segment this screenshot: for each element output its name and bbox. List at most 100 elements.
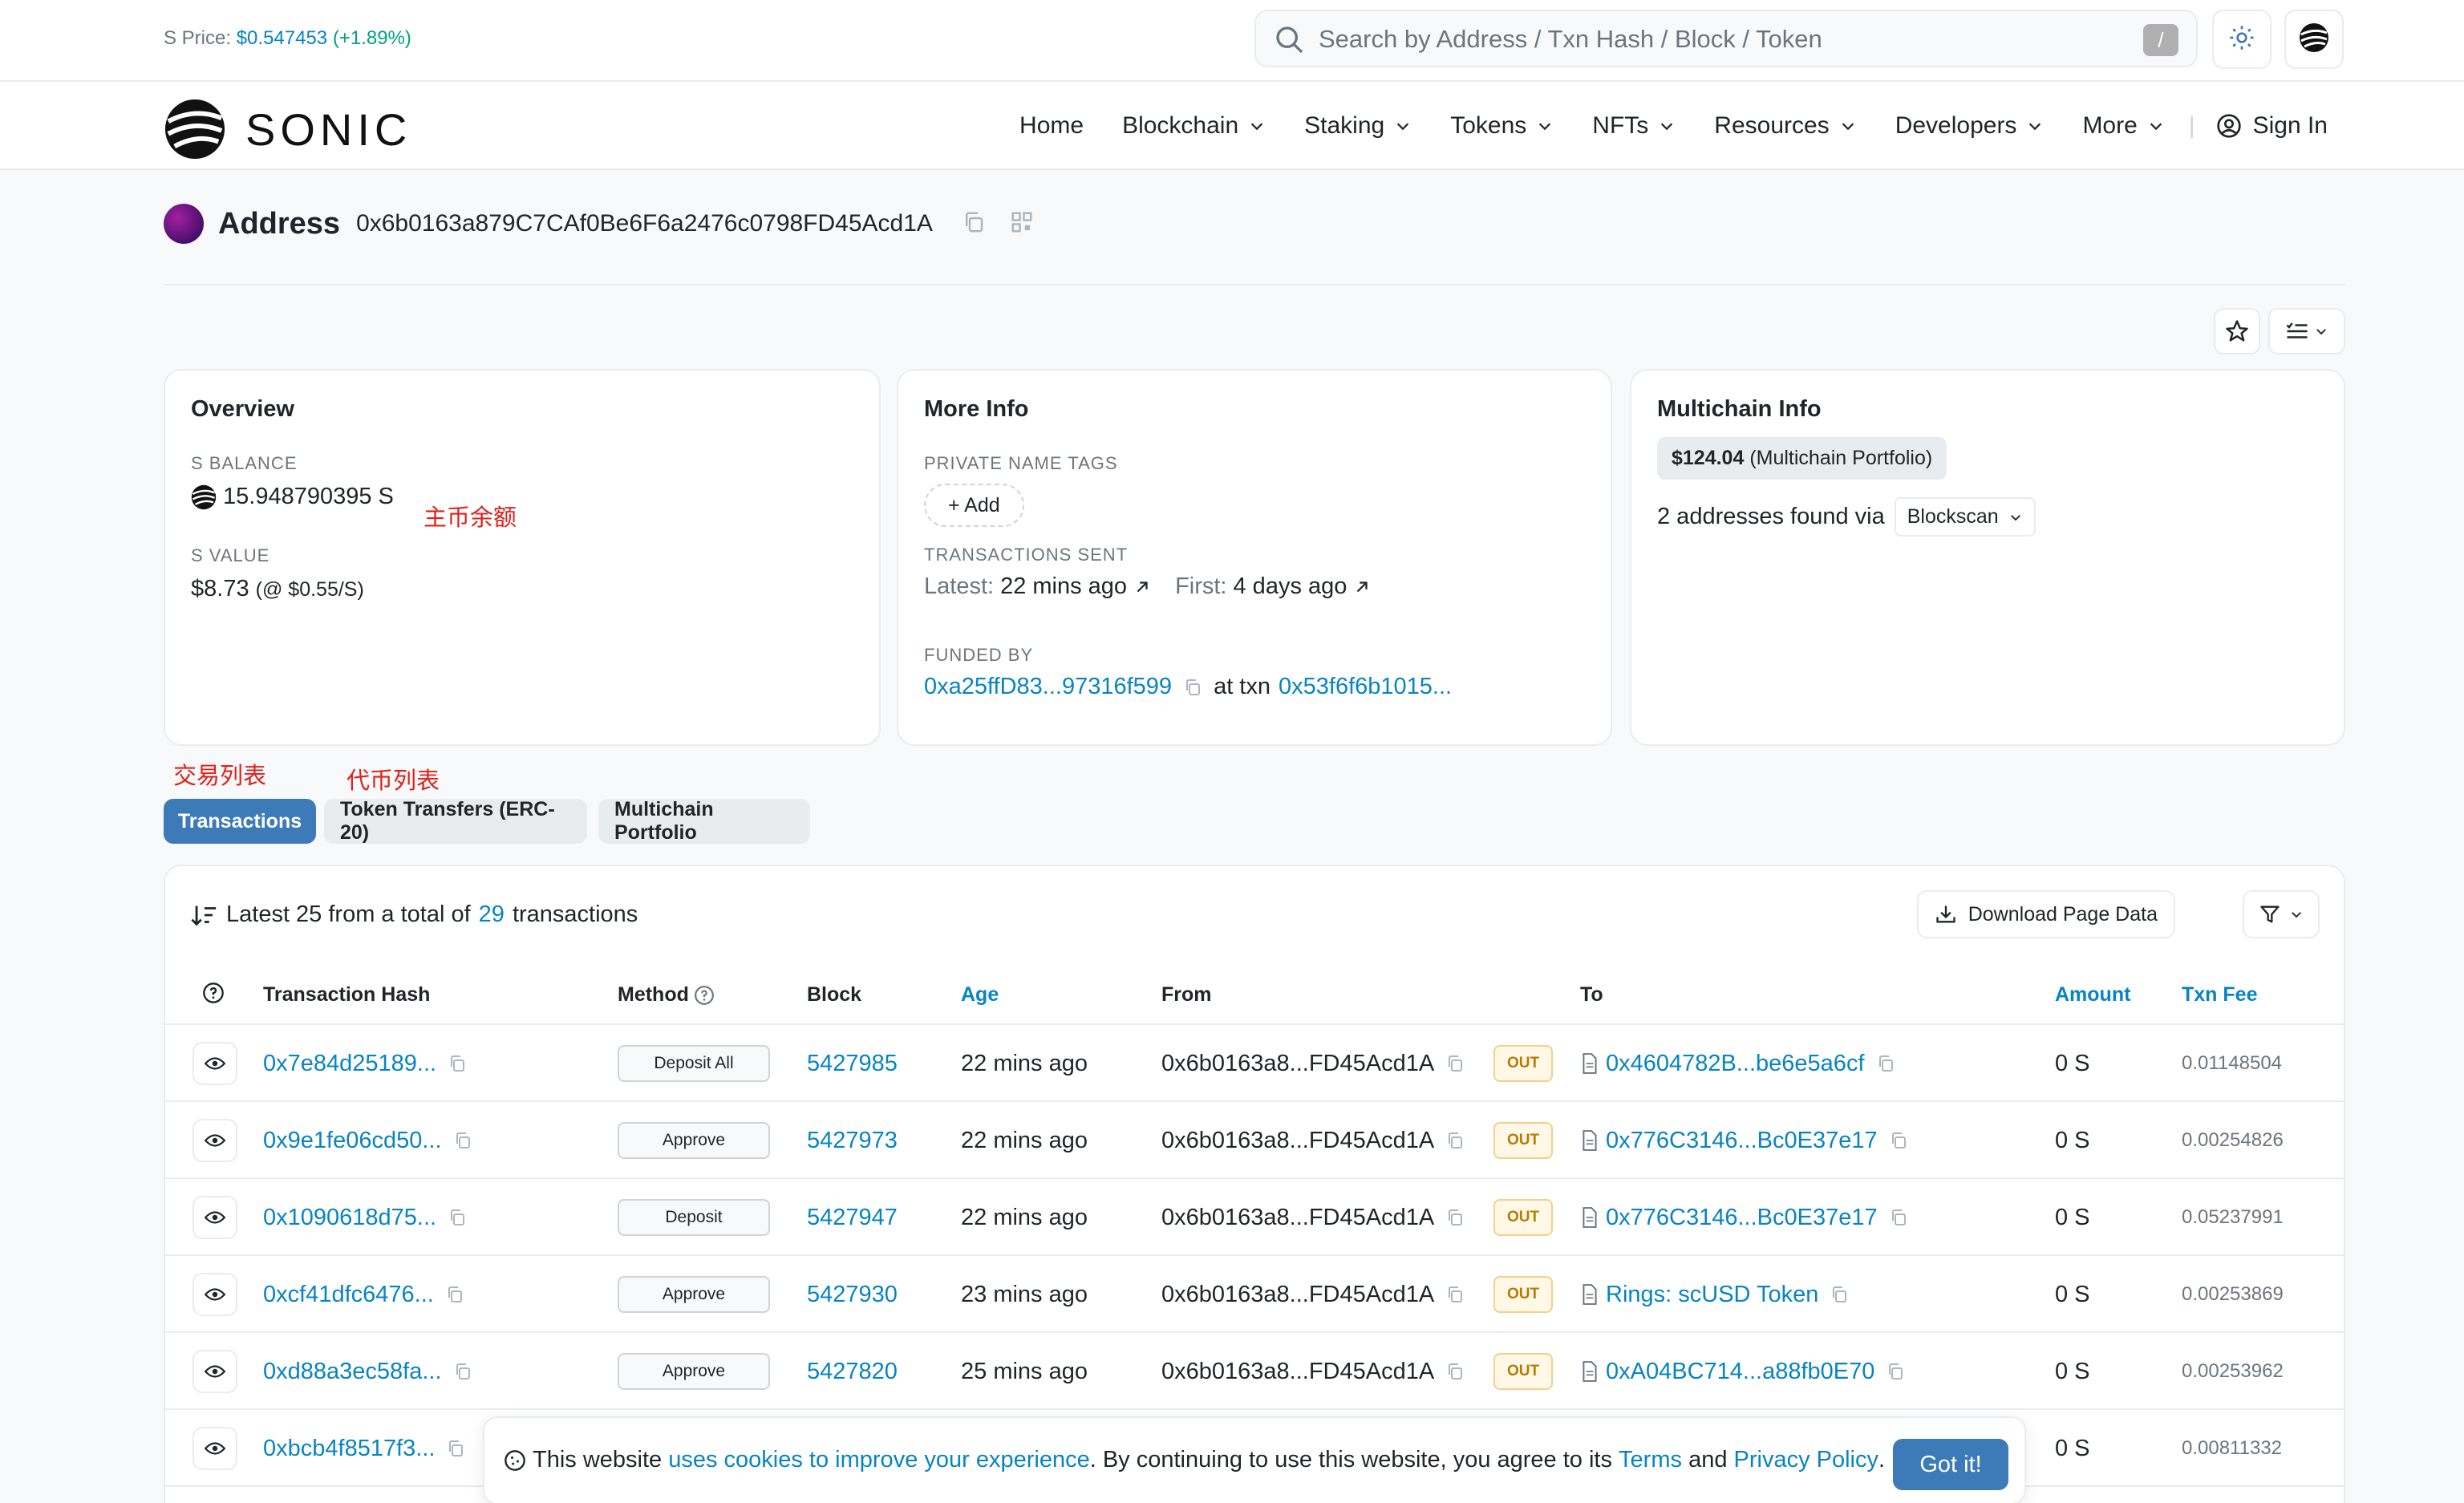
copy-icon[interactable] (1445, 1285, 1465, 1304)
eye-icon[interactable] (192, 1196, 237, 1239)
block-link[interactable]: 5427930 (807, 1282, 898, 1308)
copy-icon[interactable] (1183, 678, 1202, 697)
eye-icon[interactable] (192, 1350, 237, 1393)
blockscan-dropdown[interactable]: Blockscan (1894, 497, 2036, 537)
copy-icon[interactable] (1445, 1362, 1465, 1381)
tx-hash-link[interactable]: 0xcf41dfc6476... (263, 1282, 434, 1308)
copy-icon[interactable] (445, 1285, 464, 1304)
eye-icon[interactable] (192, 1427, 237, 1470)
amount-text: 0 S (2055, 1281, 2090, 1307)
transactions-card: Latest 25 from a total of 29 transaction… (164, 865, 2345, 1503)
copy-icon[interactable] (1445, 1054, 1465, 1073)
copy-icon[interactable] (453, 1131, 472, 1150)
eye-icon[interactable] (192, 1273, 237, 1316)
tx-hash-link[interactable]: 0x7e84d25189... (263, 1051, 436, 1077)
col-from: From (1161, 983, 1212, 1006)
nav-item-resources[interactable]: Resources (1714, 112, 1856, 140)
price-value[interactable]: $0.547453 (237, 27, 327, 49)
eye-icon[interactable] (192, 1042, 237, 1085)
amount-text: 0 S (2055, 1050, 2090, 1076)
to-address-link[interactable]: 0xA04BC714...a88fb0E70 (1606, 1359, 1874, 1385)
method-badge: Deposit All (618, 1045, 770, 1082)
block-link[interactable]: 5427985 (807, 1051, 898, 1077)
copy-icon[interactable] (446, 1439, 465, 1458)
copy-icon[interactable] (1445, 1208, 1465, 1227)
summary-count[interactable]: 29 (479, 901, 505, 928)
to-address-link[interactable]: Rings: scUSD Token (1606, 1282, 1818, 1308)
copy-icon[interactable] (448, 1054, 467, 1073)
help-circle-icon[interactable] (202, 982, 225, 1010)
privacy-policy-link[interactable]: Privacy Policy (1734, 1447, 1879, 1473)
price-label: S Price: (164, 27, 232, 49)
tx-summary: Latest 25 from a total of 29 transaction… (191, 901, 638, 928)
from-address: 0x6b0163a8...FD45Acd1A (1161, 1204, 1435, 1230)
nav-item-tokens[interactable]: Tokens (1450, 112, 1554, 140)
copy-icon[interactable] (962, 210, 986, 238)
favorite-button[interactable] (2214, 308, 2260, 354)
first-value[interactable]: 4 days ago (1234, 573, 1348, 600)
cookie-mid: . By continuing to use this website, you… (1089, 1447, 1612, 1473)
search-input[interactable] (1319, 19, 2089, 59)
sonic-logo[interactable]: SONIC (164, 98, 411, 160)
txn-fee-text: 0.00253962 (2182, 1360, 2284, 1382)
nav-item-blockchain[interactable]: Blockchain (1122, 112, 1266, 140)
copy-icon[interactable] (448, 1208, 467, 1227)
sent-row: Latest: 22 mins ago First: 4 days ago (924, 573, 1585, 600)
nav-item-staking[interactable]: Staking (1304, 112, 1412, 140)
tx-hash-link[interactable]: 0xbcb4f8517f3... (263, 1436, 435, 1462)
nav-item-nfts[interactable]: NFTs (1592, 112, 1676, 140)
got-it-button[interactable]: Got it! (1893, 1439, 2008, 1490)
funded-address-link[interactable]: 0xa25ffD83...97316f599 (924, 674, 1172, 700)
add-tag-button[interactable]: + Add (924, 484, 1024, 527)
portfolio-badge[interactable]: $124.04 (Multichain Portfolio) (1657, 437, 1947, 480)
col-txn-fee[interactable]: Txn Fee (2182, 983, 2257, 1007)
funded-row: 0xa25ffD83...97316f599 at txn 0x53f6f6b1… (924, 674, 1585, 700)
tab-transactions[interactable]: Transactions (164, 799, 316, 844)
tab-multichain-portfolio[interactable]: Multichain Portfolio (598, 798, 810, 844)
to-address-link[interactable]: 0x776C3146...Bc0E37e17 (1606, 1128, 1878, 1154)
copy-icon[interactable] (1445, 1131, 1465, 1150)
to-address-link[interactable]: 0x4604782B...be6e5a6cf (1606, 1051, 1865, 1077)
network-switch-button[interactable] (2284, 10, 2344, 69)
terms-link[interactable]: Terms (1619, 1447, 1682, 1473)
tx-hash-link[interactable]: 0x9e1fe06cd50... (263, 1128, 442, 1154)
col-to: To (1580, 983, 1603, 1006)
help-circle-icon[interactable] (694, 985, 715, 1006)
copy-icon[interactable] (1876, 1054, 1895, 1073)
search-shortcut-key: / (2143, 24, 2178, 56)
sign-in-link[interactable]: Sign In (2216, 112, 2328, 140)
age-text: 22 mins ago (961, 1127, 1088, 1153)
download-page-data-button[interactable]: Download Page Data (1916, 890, 2175, 938)
col-age[interactable]: Age (961, 983, 999, 1007)
filter-button[interactable] (2243, 890, 2320, 938)
cookie-policy-link[interactable]: uses cookies to improve your experience (668, 1447, 1089, 1473)
nav-item-developers[interactable]: Developers (1895, 112, 2045, 140)
funded-txn-link[interactable]: 0x53f6f6b1015... (1279, 674, 1452, 700)
multichain-title: Multichain Info (1657, 396, 1822, 422)
eye-icon[interactable] (192, 1119, 237, 1162)
copy-icon[interactable] (1889, 1131, 1908, 1150)
tx-hash-link[interactable]: 0x1090618d75... (263, 1205, 436, 1231)
to-address-link[interactable]: 0x776C3146...Bc0E37e17 (1606, 1205, 1878, 1231)
nav-item-home[interactable]: Home (1019, 112, 1084, 140)
theme-toggle-button[interactable] (2212, 10, 2272, 69)
copy-icon[interactable] (1889, 1208, 1908, 1227)
col-amount[interactable]: Amount (2055, 983, 2130, 1007)
tx-hash-link[interactable]: 0xd88a3ec58fa... (263, 1359, 442, 1385)
copy-icon[interactable] (453, 1362, 472, 1381)
block-link[interactable]: 5427973 (807, 1128, 898, 1154)
star-icon (2226, 320, 2248, 342)
age-text: 22 mins ago (961, 1050, 1088, 1076)
tab-token-transfers[interactable]: Token Transfers (ERC-20) (324, 798, 587, 844)
search-bar[interactable]: / (1254, 10, 2198, 67)
more-options-button[interactable] (2268, 308, 2345, 354)
copy-icon[interactable] (1830, 1285, 1849, 1304)
annotation-balance: 主币余额 (424, 505, 517, 531)
copy-icon[interactable] (1886, 1362, 1905, 1381)
nav-item-more[interactable]: More (2082, 112, 2164, 140)
qr-code-icon[interactable] (1010, 210, 1034, 238)
at-txn-label: at txn (1214, 674, 1270, 699)
block-link[interactable]: 5427820 (807, 1359, 898, 1385)
block-link[interactable]: 5427947 (807, 1205, 898, 1231)
latest-value[interactable]: 22 mins ago (1000, 573, 1127, 600)
